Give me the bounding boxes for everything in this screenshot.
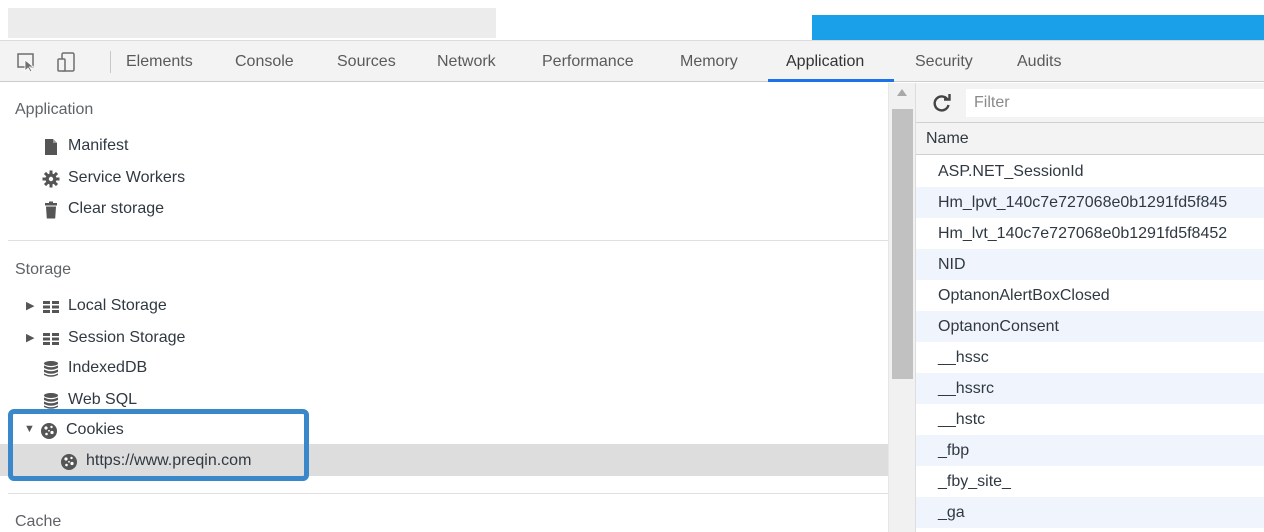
table-row[interactable]: Hm_lpvt_140c7e727068e0b1291fd5f845	[916, 187, 1264, 218]
cookies-table-body: ASP.NET_SessionId Hm_lpvt_140c7e727068e0…	[916, 156, 1264, 528]
sidebar-item-label: Service Workers	[68, 169, 186, 186]
tab-performance[interactable]: Performance	[542, 41, 634, 82]
table-row[interactable]: __hstc	[916, 404, 1264, 435]
scroll-up-arrow-icon[interactable]	[897, 89, 907, 96]
section-title-cache: Cache	[15, 513, 62, 530]
tab-memory[interactable]: Memory	[680, 41, 738, 82]
cookies-pane: Name ASP.NET_SessionId Hm_lpvt_140c7e727…	[916, 83, 1264, 532]
device-toolbar-icon[interactable]	[56, 51, 78, 73]
table-row[interactable]: _ga	[916, 497, 1264, 528]
sidebar-item-label: Manifest	[68, 137, 129, 154]
sidebar-item-label: Session Storage	[68, 329, 186, 346]
inspect-element-icon[interactable]	[16, 51, 38, 73]
table-row[interactable]: _fby_site_	[916, 466, 1264, 497]
sidebar-item-label: Local Storage	[68, 297, 167, 314]
tab-audits[interactable]: Audits	[1017, 41, 1061, 82]
database-icon	[42, 359, 60, 377]
column-header-name[interactable]: Name	[916, 123, 1264, 155]
active-tab-indicator	[768, 79, 894, 82]
table-row[interactable]: __hssrc	[916, 373, 1264, 404]
table-row[interactable]: Hm_lvt_140c7e727068e0b1291fd5f8452	[916, 218, 1264, 249]
expand-arrow-icon[interactable]: ▶	[26, 299, 34, 312]
trash-icon	[42, 200, 60, 219]
gear-icon	[42, 169, 60, 188]
grid-icon	[42, 297, 60, 315]
scrollbar-thumb[interactable]	[892, 109, 913, 379]
tab-sources[interactable]: Sources	[337, 41, 396, 82]
tab-elements[interactable]: Elements	[126, 41, 193, 82]
section-title-storage: Storage	[15, 261, 72, 278]
table-row[interactable]: OptanonAlertBoxClosed	[916, 280, 1264, 311]
section-title-application: Application	[15, 101, 94, 118]
cookies-filter-bar	[916, 83, 1264, 123]
tab-security[interactable]: Security	[915, 41, 973, 82]
database-icon	[42, 391, 60, 409]
table-row[interactable]: NID	[916, 249, 1264, 280]
tab-network[interactable]: Network	[437, 41, 496, 82]
grid-icon	[42, 329, 60, 347]
devtools-toolbar: Elements Console Sources Network Perform…	[0, 40, 1264, 82]
tab-application[interactable]: Application	[786, 41, 864, 82]
table-row[interactable]: _fbp	[916, 435, 1264, 466]
document-icon	[42, 137, 60, 155]
cookies-filter-input[interactable]	[966, 89, 1264, 117]
refresh-icon[interactable]	[932, 93, 952, 113]
toolbar-separator	[110, 51, 111, 73]
table-row[interactable]: OptanonConsent	[916, 311, 1264, 342]
sidebar-item-label: Clear storage	[68, 200, 165, 217]
section-divider	[8, 240, 888, 241]
cookies-highlight-box	[8, 409, 309, 481]
table-row[interactable]: ASP.NET_SessionId	[916, 156, 1264, 187]
tab-console[interactable]: Console	[235, 41, 294, 82]
browser-top-strip	[0, 0, 1264, 40]
sidebar-item-label: IndexedDB	[68, 359, 148, 376]
section-divider	[8, 493, 888, 494]
sidebar-scrollbar[interactable]	[888, 83, 916, 532]
page-preview-grey-area	[8, 8, 496, 38]
page-preview-blue-bar	[812, 15, 1264, 40]
expand-arrow-icon[interactable]: ▶	[26, 331, 34, 344]
table-row[interactable]: __hssc	[916, 342, 1264, 373]
